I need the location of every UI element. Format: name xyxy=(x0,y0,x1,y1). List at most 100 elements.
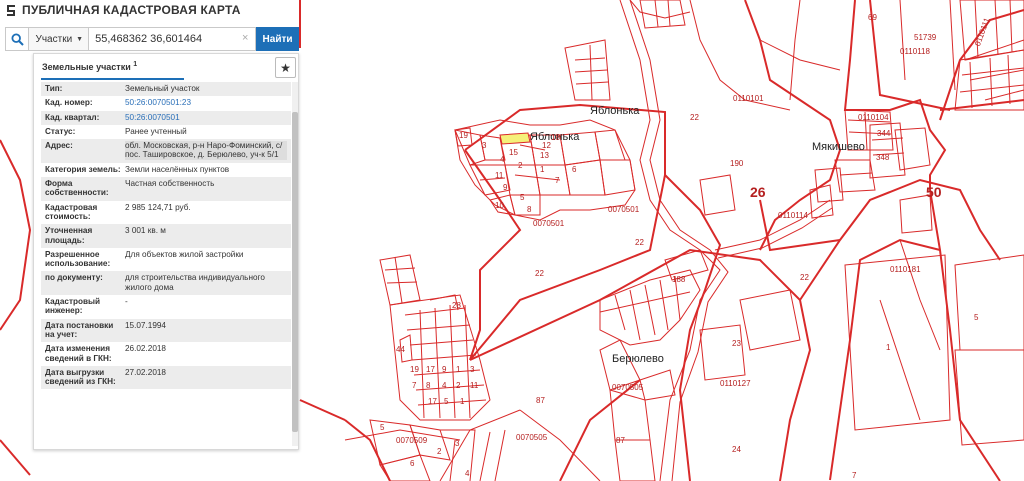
quarter-label: 0110127 xyxy=(720,379,751,388)
parcel-number-label: 5 xyxy=(380,423,385,432)
row-value: - xyxy=(125,297,128,307)
table-row: Уточненная площадь: 3 001 кв. м xyxy=(41,224,291,248)
search-button[interactable] xyxy=(5,27,30,51)
quarter-label: 0070501 xyxy=(608,205,640,214)
selected-parcel[interactable] xyxy=(499,132,531,145)
parcel-number-label: 51739 xyxy=(914,33,937,42)
quarter-label: 0110104 xyxy=(858,113,889,122)
clear-icon[interactable]: × xyxy=(242,32,248,44)
row-key: Дата изменения сведений в ГКН: xyxy=(45,344,112,363)
parcel-number-label: 3 xyxy=(470,365,475,374)
search-type-value: Участки xyxy=(35,33,73,45)
search-type-select[interactable]: Участки ▼ xyxy=(29,27,90,51)
table-row: Кад. квартал: 50:26:0070501 xyxy=(41,110,291,125)
parcel-number-label: 190 xyxy=(730,159,744,168)
quarter-label: 0110118 xyxy=(900,47,931,56)
scrollbar-thumb[interactable] xyxy=(292,112,298,432)
parcel-number-label: 28 xyxy=(452,301,461,310)
parcel-number-label: 69 xyxy=(868,13,877,22)
cadastral-quarter-link[interactable]: 50:26:0070501 xyxy=(125,113,287,122)
parcel-number-label: 6 xyxy=(410,459,415,468)
parcel-number-label: 87 xyxy=(616,436,625,445)
parcel-number-label: 7 xyxy=(852,471,857,480)
chevron-down-icon: ▼ xyxy=(76,35,84,43)
parcel-number-label: 2 xyxy=(518,161,523,170)
parcel-number-label: 5 xyxy=(974,313,979,322)
table-row: Тип: Земельный участок xyxy=(41,82,291,97)
row-value: 2 985 124,71 руб. xyxy=(125,202,191,212)
row-value: Частная собственность xyxy=(125,179,215,189)
panel-scrollbar[interactable] xyxy=(292,82,298,446)
row-value: 15.07.1994 xyxy=(125,320,166,330)
parcel-number-label: 11 xyxy=(470,381,479,390)
table-row: Кад. номер: 50:26:0070501:23 xyxy=(41,96,291,110)
parcel-number-label: 11 xyxy=(495,171,504,180)
quarter-label: 0110114 xyxy=(778,211,809,220)
tab-label: Земельные участки xyxy=(42,62,131,72)
row-key: Кадастровый инженер: xyxy=(45,297,101,316)
table-row: Кадастровая стоимость: 2 985 124,71 руб. xyxy=(41,201,291,225)
parcel-number-label: 344 xyxy=(877,129,891,138)
table-row: Форма собственности: Частная собственност… xyxy=(41,177,291,201)
row-key: Кад. номер: xyxy=(45,98,93,108)
parcel-number-label: 188 xyxy=(672,275,686,284)
parcel-number-label: 4 xyxy=(442,381,447,390)
row-key: Дата выгрузки сведений из ГКН: xyxy=(45,367,116,387)
tab-land-plots[interactable]: Земельные участки 1 xyxy=(41,57,184,80)
district-label: 50 xyxy=(926,184,942,200)
row-value: Ранее учтенный xyxy=(125,126,187,136)
tab-count: 1 xyxy=(133,61,138,68)
table-row: по документу: для строительства индивидуа… xyxy=(41,271,291,296)
table-row: Дата постановки на учет: 15.07.1994 xyxy=(41,318,291,343)
parcel-number-label: 2 xyxy=(437,447,442,456)
parcel-number-label: 17 xyxy=(428,397,437,406)
attribute-table: Тип: Земельный участок Кад. номер: 50:26:0… xyxy=(41,82,291,446)
parcel-number-label: 13 xyxy=(540,151,549,160)
find-button[interactable]: Найти xyxy=(256,27,299,51)
row-value: Земельный участок xyxy=(125,84,200,93)
table-row: Кадастровый инженер: - xyxy=(41,295,291,319)
parcel-number-label: 8 xyxy=(426,381,431,390)
parcel-number-label: 19 xyxy=(410,365,419,374)
quarter-label: 0070501 xyxy=(533,219,565,228)
row-value: Для объектов жилой застройки xyxy=(125,249,244,259)
table-row: Статус: Ранее учтенный xyxy=(41,125,291,139)
search-bar: Участки ▼ × Найти xyxy=(5,27,299,51)
parcel-number-label: 10 xyxy=(495,201,504,210)
search-input[interactable] xyxy=(89,27,257,51)
village-label: Мякишево xyxy=(812,141,865,153)
cadastral-number-link[interactable]: 50:26:0070501:23 xyxy=(125,98,287,107)
row-value: для строительства индивидуального жилого… xyxy=(125,273,265,292)
table-row: Дата выгрузки сведений из ГКН: 27.02.2018 xyxy=(41,365,291,390)
row-key: Адрес: xyxy=(45,141,73,151)
quarter-label: 0070505 xyxy=(516,433,548,442)
parcel-number-label: 22 xyxy=(535,269,544,278)
favorite-button[interactable]: ★ xyxy=(275,57,296,78)
parcel-number-label: 3 xyxy=(455,439,460,448)
row-value: Земли населённых пунктов xyxy=(125,164,230,174)
row-value: 3 001 кв. м xyxy=(125,226,166,236)
parcel-number-label: 3 xyxy=(482,141,487,150)
parcel-number-label: 23 xyxy=(732,339,741,348)
parcel-number-label: 7 xyxy=(412,381,417,390)
address-value: обл. Московская, р-н Наро-Фоминский, с/п… xyxy=(125,141,287,160)
parcel-number-label: 17 xyxy=(426,365,435,374)
parcel-number-label: 44 xyxy=(396,345,405,354)
parcel-number-label: 5 xyxy=(444,397,449,406)
parcel-number-label: 1 xyxy=(456,365,461,374)
parcel-number-label: 15 xyxy=(509,148,518,157)
parcel-number-label: 8 xyxy=(527,205,532,214)
parcel-number-label: 2 xyxy=(456,381,461,390)
parcel-number-label: 1 xyxy=(540,165,545,174)
parcel-number-label: 87 xyxy=(536,396,545,405)
table-row: Разрешенное использование: Для объектов ж… xyxy=(41,248,291,272)
parcel-number-label: 19 xyxy=(459,131,468,140)
parcel-number-label: 12 xyxy=(542,141,551,150)
logo-icon xyxy=(7,4,15,16)
quarter-label: 0070509 xyxy=(396,436,428,445)
parcel-number-label: 9 xyxy=(442,365,447,374)
parcel-number-label: 22 xyxy=(690,113,699,122)
district-label: 26 xyxy=(750,184,766,200)
app-title: ПУБЛИЧНАЯ КАДАСТРОВАЯ КАРТА xyxy=(6,2,241,18)
parcel-number-label: 5 xyxy=(520,193,525,202)
